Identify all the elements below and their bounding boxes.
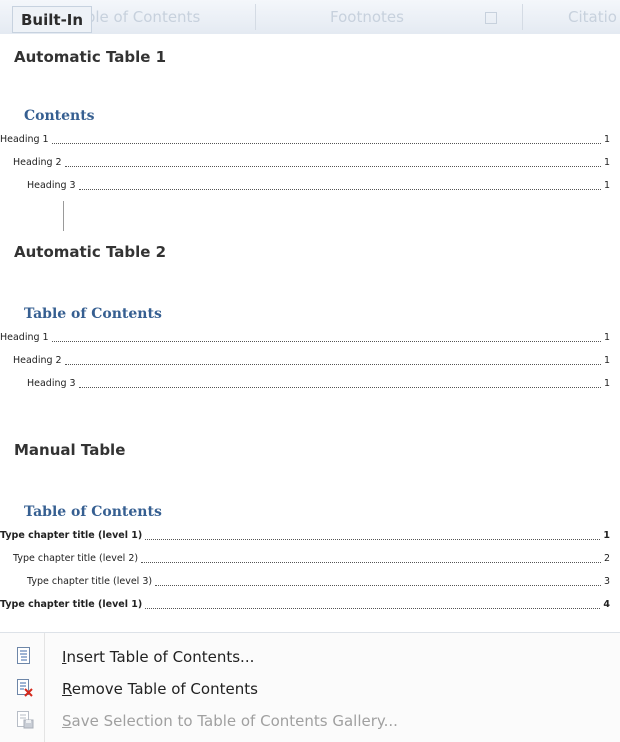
toc-entry: Heading 1 1 — [0, 128, 610, 151]
insert-toc-menu-item[interactable]: Insert Table of Contents... — [0, 643, 620, 671]
ribbon-citations-label: Citatio — [568, 8, 617, 26]
save-to-gallery-icon — [16, 711, 34, 729]
toc-entry: Type chapter title (level 1) 4 — [0, 593, 610, 616]
insert-label-rest: nsert Table of Contents... — [66, 648, 255, 666]
automatic-table-1-label: Automatic Table 1 — [14, 48, 167, 66]
ribbon-separator — [255, 4, 256, 30]
toc-entry: Heading 1 1 — [0, 326, 610, 349]
toc-entry-text: Heading 2 — [13, 157, 62, 168]
leader-dots — [51, 143, 601, 144]
toc-entry-text: Type chapter title (level 1) — [0, 530, 143, 541]
toc-entry-text: Heading 2 — [13, 355, 62, 366]
toc-entry-text: Heading 1 — [0, 332, 49, 343]
leader-dots — [51, 341, 601, 342]
toc-menu: Insert Table of Contents... Remove Table… — [0, 632, 620, 742]
text-cursor-marker — [63, 201, 64, 231]
save-selection-to-gallery-menu-item[interactable]: Save Selection to Table of Contents Gall… — [0, 707, 620, 735]
toc-entry-page: 4 — [603, 599, 610, 610]
leader-dots — [64, 166, 601, 167]
ribbon-separator — [522, 4, 523, 30]
toc-entry: Heading 2 1 — [0, 349, 610, 372]
remove-label-rest: emove Table of Contents — [71, 680, 258, 698]
toc-entry-text: Heading 3 — [27, 180, 76, 191]
leader-dots — [155, 585, 601, 586]
leader-dots — [64, 364, 601, 365]
toc-entry-page: 1 — [603, 530, 610, 541]
gallery-header-built-in: Built-In — [12, 6, 93, 33]
toc-entry: Type chapter title (level 3) 3 — [0, 570, 610, 593]
save-label-rest: ave Selection to Table of Contents Galle… — [71, 712, 398, 730]
remove-hotkey: R — [62, 680, 72, 698]
toc-entry: Heading 3 1 — [0, 372, 610, 395]
leader-dots — [145, 539, 601, 540]
toc-entry-page: 2 — [603, 553, 610, 564]
leader-dots — [141, 562, 601, 563]
toc-entry-page: 3 — [603, 576, 610, 587]
toc-entry-page: 1 — [603, 355, 610, 366]
toc-preview-title: Contents — [24, 108, 95, 124]
dialog-launcher-icon — [485, 12, 497, 24]
toc-entry-text: Type chapter title (level 2) — [13, 553, 139, 564]
toc-entry-text: Heading 1 — [0, 134, 49, 145]
toc-entry-page: 1 — [603, 134, 610, 145]
toc-entry: Heading 2 1 — [0, 151, 610, 174]
remove-toc-menu-item[interactable]: Remove Table of Contents — [0, 675, 620, 703]
insert-toc-icon — [16, 647, 32, 665]
toc-entry-page: 1 — [603, 157, 610, 168]
toc-entry-page: 1 — [603, 332, 610, 343]
toc-entry-page: 1 — [603, 378, 610, 389]
ribbon-footnotes-label: Footnotes — [330, 8, 404, 26]
automatic-table-2-preview[interactable]: Table of Contents Heading 11 Heading 21 … — [0, 306, 610, 395]
leader-dots — [78, 387, 601, 388]
manual-table-label: Manual Table — [14, 441, 126, 459]
remove-toc-label: Remove Table of Contents — [62, 680, 258, 698]
ribbon-strip: Table of Contents Footnotes Citatio — [0, 0, 620, 35]
save-hotkey: S — [62, 712, 72, 730]
toc-entry-page: 1 — [603, 180, 610, 191]
remove-toc-icon — [16, 679, 33, 697]
toc-entry-text: Type chapter title (level 3) — [27, 576, 153, 587]
toc-preview-title: Table of Contents — [24, 306, 162, 322]
automatic-table-1-preview[interactable]: Contents Heading 1 1 Heading 2 1 Heading 3… — [0, 108, 610, 197]
manual-table-preview[interactable]: Table of Contents Type chapter title (le… — [0, 504, 610, 616]
toc-entry: Type chapter title (level 1) 1 — [0, 524, 610, 547]
toc-entry-text: Type chapter title (level 1) — [0, 599, 143, 610]
save-selection-label: Save Selection to Table of Contents Gall… — [62, 712, 398, 730]
leader-dots — [78, 189, 601, 190]
toc-gallery: Automatic Table 1 Contents Heading 1 1 He… — [0, 34, 620, 632]
leader-dots — [145, 608, 601, 609]
insert-toc-label: Insert Table of Contents... — [62, 648, 254, 666]
toc-entry-text: Heading 3 — [27, 378, 76, 389]
automatic-table-2-label: Automatic Table 2 — [14, 243, 167, 261]
toc-entry: Heading 3 1 — [0, 174, 610, 197]
toc-entry: Type chapter title (level 2) 2 — [0, 547, 610, 570]
toc-preview-title: Table of Contents — [24, 504, 162, 520]
